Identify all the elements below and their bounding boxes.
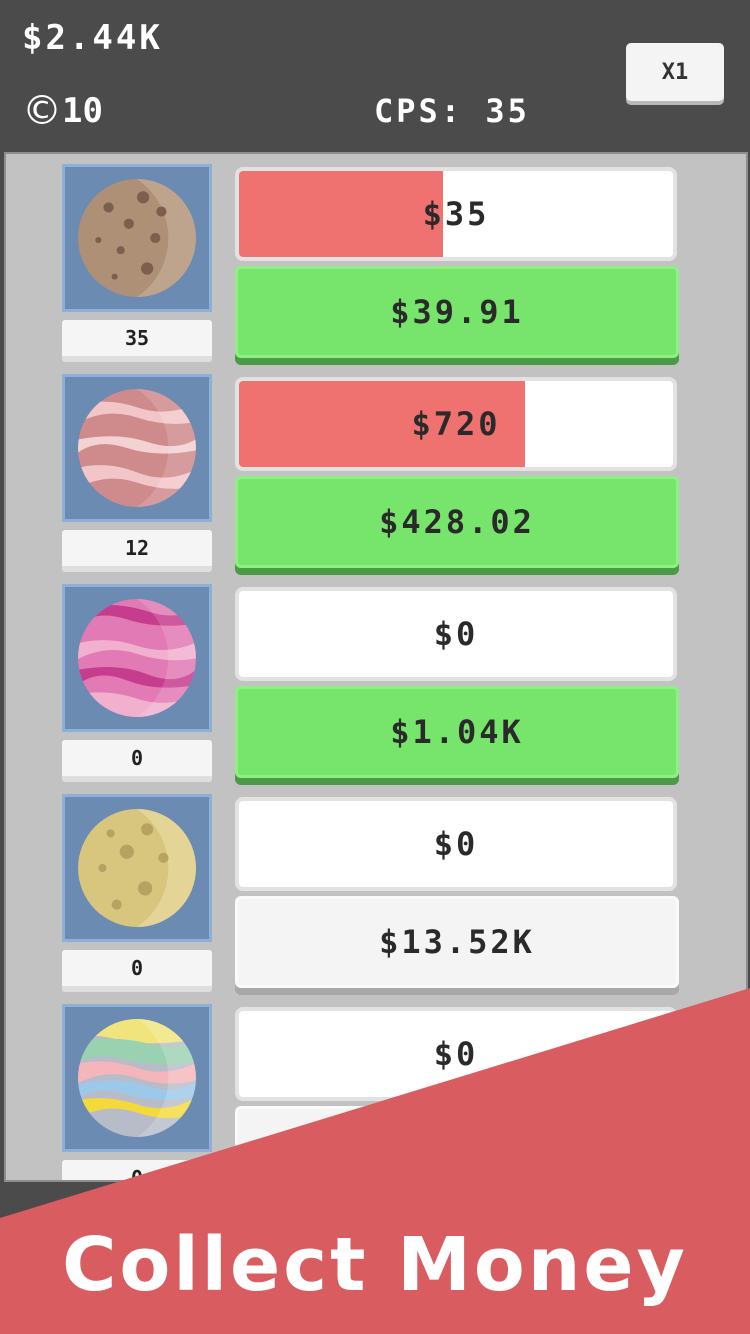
brown-cratered-planet-icon (78, 179, 196, 297)
planet-count: 0 (62, 740, 212, 782)
collect-progress-bar[interactable]: $35 (235, 167, 677, 261)
collect-progress-bar[interactable]: $0 (235, 797, 677, 891)
coin-count: 10 (62, 91, 103, 131)
progress-value: $0 (433, 1035, 479, 1073)
collect-progress-bar[interactable]: $720 (235, 377, 677, 471)
pink-striped-planet-icon (78, 389, 196, 507)
progress-value: $720 (411, 405, 501, 443)
buy-planet-button[interactable]: $39.91 (235, 266, 679, 358)
planet-count: 12 (62, 530, 212, 572)
planet-count: 0 (62, 950, 212, 992)
planet-frame[interactable] (62, 374, 212, 522)
yellow-cratered-planet-icon (78, 809, 196, 927)
progress-value: $35 (422, 195, 490, 233)
planet-frame[interactable] (62, 1004, 212, 1152)
buy-planet-button[interactable]: $1.04K (235, 686, 679, 778)
planet-frame[interactable] (62, 584, 212, 732)
planet-row: 12 $720 $428.02 (6, 368, 746, 578)
collect-progress-bar[interactable]: $0 (235, 1007, 677, 1101)
top-bar: $2.44K © 10 CPS: 35 X1 (0, 0, 750, 150)
planet-list[interactable]: 35 $35 $39.91 12 $720 $428.02 0 $0 $1.04… (4, 152, 748, 1182)
planet-count: 35 (62, 320, 212, 362)
cps-display: CPS: 35 (374, 92, 530, 130)
magenta-striped-planet-icon (78, 599, 196, 717)
coin-counter: © 10 (22, 88, 103, 134)
planet-row: 35 $35 $39.91 (6, 158, 746, 368)
planet-row: 0 $0 $1.04K (6, 578, 746, 788)
buy-planet-button[interactable]: $13.52K (235, 896, 679, 988)
collect-progress-bar[interactable]: $0 (235, 587, 677, 681)
buy-planet-button[interactable]: $428.02 (235, 476, 679, 568)
coin-icon: © (22, 88, 62, 134)
rainbow-striped-planet-icon (78, 1019, 196, 1137)
buy-multiplier-button[interactable]: X1 (626, 43, 724, 101)
buy-planet-button[interactable] (235, 1106, 679, 1180)
promo-banner-text: Collect Money (62, 1222, 688, 1308)
planet-frame[interactable] (62, 164, 212, 312)
progress-value: $0 (433, 615, 479, 653)
planet-frame[interactable] (62, 794, 212, 942)
progress-value: $0 (433, 825, 479, 863)
planet-count: 0 (62, 1160, 212, 1180)
money-counter: $2.44K (22, 18, 163, 58)
planet-row: 0 $0 $13.52K (6, 788, 746, 998)
planet-row: 0 $0 (6, 998, 746, 1180)
